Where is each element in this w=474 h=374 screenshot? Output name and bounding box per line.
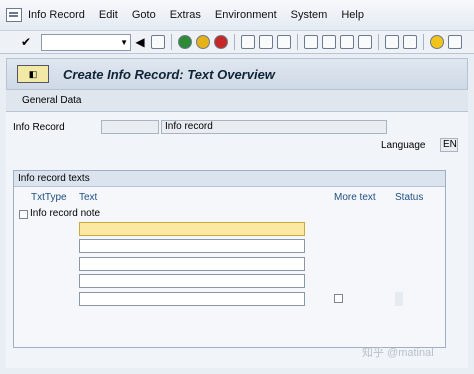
- text-input-line-5[interactable]: [79, 292, 305, 306]
- menu-edit[interactable]: Edit: [99, 9, 118, 21]
- application-toolbar: General Data: [6, 90, 468, 112]
- menu-system[interactable]: System: [291, 9, 328, 21]
- text-input-line-3[interactable]: [79, 257, 305, 271]
- toolbar-separator: [234, 34, 235, 50]
- column-header-txttype: TxtType: [31, 192, 67, 203]
- last-page-icon[interactable]: [358, 35, 372, 49]
- display-object-icon[interactable]: ◧: [17, 65, 49, 83]
- toolbar-separator: [171, 34, 172, 50]
- info-record-label: Info Record: [13, 122, 65, 133]
- language-field: EN: [440, 138, 458, 152]
- system-menu-icon[interactable]: [6, 8, 22, 22]
- previous-page-icon[interactable]: [322, 35, 336, 49]
- command-field[interactable]: ▼: [41, 33, 131, 51]
- first-page-icon[interactable]: [304, 35, 318, 49]
- column-header-text: Text: [79, 192, 98, 203]
- watermark: 知乎 @matinal: [362, 347, 434, 359]
- row-select-checkbox[interactable]: [19, 210, 28, 219]
- exit-icon[interactable]: [196, 35, 210, 49]
- menu-help[interactable]: Help: [341, 9, 364, 21]
- title-bar: ◧ Create Info Record: Text Overview: [6, 58, 468, 90]
- command-history-icon[interactable]: ◀: [131, 33, 149, 51]
- toolbar-separator: [378, 34, 379, 50]
- dropdown-arrow-icon[interactable]: ▼: [120, 38, 128, 47]
- menu-extras[interactable]: Extras: [170, 9, 201, 21]
- find-next-icon[interactable]: [277, 35, 291, 49]
- page-title: Create Info Record: Text Overview: [63, 66, 275, 82]
- cancel-icon[interactable]: [214, 35, 228, 49]
- next-page-icon[interactable]: [340, 35, 354, 49]
- menu-bar: Info Record Edit Goto Extras Environment…: [0, 0, 474, 30]
- customize-layout-icon[interactable]: [448, 35, 462, 49]
- save-icon[interactable]: [151, 35, 165, 49]
- text-input-line-1[interactable]: [79, 222, 305, 236]
- help-icon[interactable]: [430, 35, 444, 49]
- toolbar-separator: [297, 34, 298, 50]
- info-record-number-field: [101, 120, 159, 134]
- new-session-icon[interactable]: [385, 35, 399, 49]
- back-icon[interactable]: [178, 35, 192, 49]
- work-area: Info Record Info record Language EN Info…: [6, 112, 468, 368]
- txt-type-label: Info record note: [30, 208, 101, 219]
- info-record-texts-group: Info record texts TxtType Text More text…: [13, 170, 446, 348]
- enter-checkmark-icon[interactable]: ✔: [17, 33, 35, 51]
- print-icon[interactable]: [241, 35, 255, 49]
- menu-goto[interactable]: Goto: [132, 9, 156, 21]
- status-indicator: [395, 292, 403, 306]
- find-icon[interactable]: [259, 35, 273, 49]
- text-input-line-2[interactable]: [79, 239, 305, 253]
- column-header-status: Status: [395, 192, 424, 203]
- text-input-line-4[interactable]: [79, 274, 305, 288]
- column-header-more-text: More text: [334, 192, 376, 203]
- language-label: Language: [381, 140, 426, 151]
- menu-info-record[interactable]: Info Record: [28, 9, 85, 21]
- shortcut-icon[interactable]: [403, 35, 417, 49]
- more-text-checkbox[interactable]: [334, 294, 343, 303]
- group-title: Info record texts: [14, 171, 445, 187]
- general-data-button[interactable]: General Data: [22, 95, 81, 106]
- menu-environment[interactable]: Environment: [215, 9, 277, 21]
- standard-toolbar: ✔ ▼ ◀: [0, 30, 474, 54]
- info-record-description-field: Info record: [161, 120, 387, 134]
- toolbar-separator: [423, 34, 424, 50]
